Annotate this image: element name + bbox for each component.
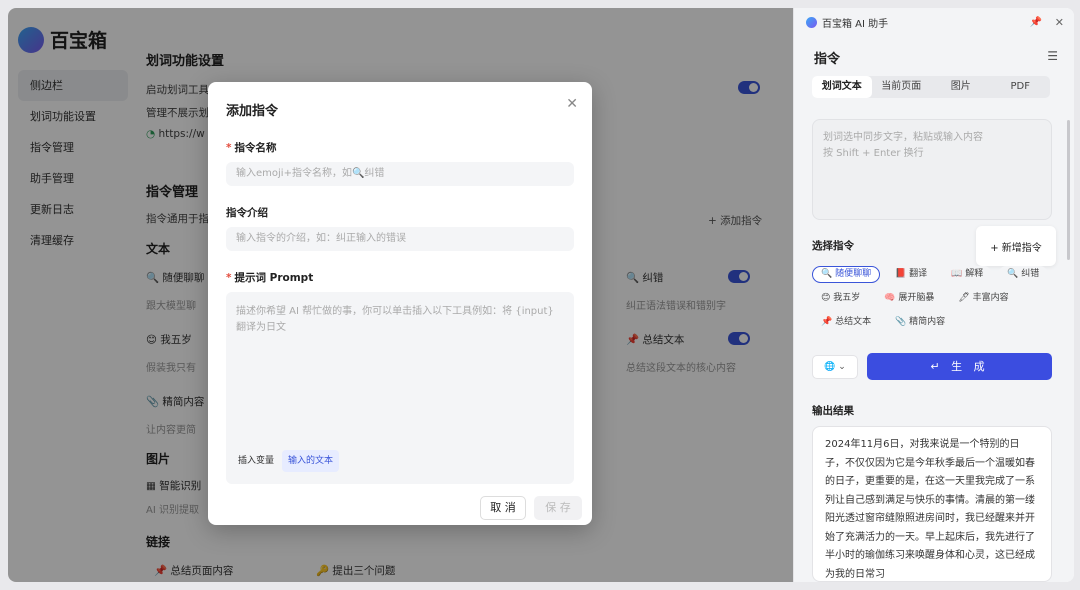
select-command-label: 选择指令 [812, 240, 854, 252]
panel-scrollbar[interactable] [1067, 120, 1070, 260]
add-command-dialog: 添加指令 ✕ * 指令名称 输入emoji+指令名称，如🔍纠错 指令介绍 输入指令… [208, 82, 592, 525]
prompt-placeholder: 描述你希望 AI 帮忙做的事，你可以单击插入以下工具例如：将 {input} 翻… [236, 306, 554, 333]
chip-enrich[interactable]: 🖊 丰富内容 [949, 290, 1018, 307]
panel-titlebar: 百宝箱 AI 助手 📌 ✕ [806, 12, 1068, 32]
required-mark: * [226, 142, 232, 154]
panel-title: 指令 [814, 52, 841, 67]
panel-window-title: 百宝箱 AI 助手 [822, 18, 889, 30]
generate-row: 🌐 ⌄ ↵ 生 成 [812, 353, 1052, 381]
chip-chat[interactable]: 🔍 随便聊聊 [812, 266, 881, 283]
insert-variable-row: 插入变量 输入的文本 [238, 450, 340, 472]
command-intro-input[interactable]: 输入指令的介绍，如：纠正输入的错误 [226, 227, 574, 251]
close-icon[interactable]: ✕ [566, 96, 578, 112]
prompt-textarea[interactable]: 描述你希望 AI 帮忙做的事，你可以单击插入以下工具例如：将 {input} 翻… [226, 292, 574, 484]
assistant-logo-icon [806, 16, 817, 28]
output-label: 输出结果 [812, 405, 854, 417]
output-text: 2024年11月6日，对我来说是一个特别的日子，不仅仅因为它是今年秋季最后一个温… [825, 439, 1035, 580]
command-name-label-text: 指令名称 [234, 142, 277, 154]
settings-page: 百宝箱 侧边栏 划词功能设置 指令管理 助手管理 更新日志 清理缓存 划词功能设… [8, 8, 793, 582]
model-select[interactable]: 🌐 ⌄ [812, 355, 858, 379]
input-placeholder-line2: 按 Shift + Enter 换行 [823, 148, 924, 159]
variable-chip-input-text[interactable]: 输入的文本 [282, 450, 340, 472]
chip-eli5[interactable]: 😊 我五岁 [812, 290, 870, 307]
generate-button[interactable]: ↵ 生 成 [867, 353, 1052, 380]
insert-variable-label: 插入变量 [238, 456, 275, 466]
cancel-button[interactable]: 取 消 [480, 496, 526, 520]
app-window: 百宝箱 侧边栏 划词功能设置 指令管理 助手管理 更新日志 清理缓存 划词功能设… [8, 8, 1074, 582]
prompt-label: * 提示词 Prompt [226, 270, 313, 285]
menu-icon[interactable]: ☰ [1047, 49, 1058, 63]
command-name-input[interactable]: 输入emoji+指令名称，如🔍纠错 [226, 162, 574, 186]
chip-summary[interactable]: 📌 总结文本 [812, 314, 881, 331]
chip-correct[interactable]: 🔍 纠错 [998, 266, 1049, 283]
dialog-title: 添加指令 [226, 104, 279, 119]
pin-icon[interactable]: 📌 [1030, 17, 1042, 28]
command-intro-label: 指令介绍 [226, 207, 268, 219]
chip-explain[interactable]: 📖 解释 [942, 266, 993, 283]
new-command-button[interactable]: + 新增指令 [976, 226, 1056, 266]
tab-image[interactable]: 图片 [931, 76, 991, 98]
panel-input[interactable]: 划词选中同步文字，粘贴或输入内容 按 Shift + Enter 换行 [812, 119, 1052, 220]
close-icon[interactable]: ✕ [1055, 16, 1064, 29]
input-placeholder-line1: 划词选中同步文字，粘贴或输入内容 [823, 132, 983, 143]
command-name-label: * 指令名称 [226, 140, 277, 155]
save-button[interactable]: 保 存 [534, 496, 582, 520]
tab-selected-text[interactable]: 划词文本 [812, 76, 872, 98]
prompt-label-text: 提示词 Prompt [234, 272, 314, 284]
ai-assistant-panel: 百宝箱 AI 助手 📌 ✕ 指令 ☰ 划词文本 当前页面 图片 PDF 划词选中… [793, 8, 1074, 582]
output-box: 2024年11月6日，对我来说是一个特别的日子，不仅仅因为它是今年秋季最后一个温… [812, 426, 1052, 582]
tab-pdf[interactable]: PDF [991, 76, 1051, 98]
tab-current-page[interactable]: 当前页面 [872, 76, 932, 98]
chip-translate[interactable]: 📕 翻译 [886, 266, 937, 283]
chip-simplify[interactable]: 📎 精简内容 [886, 314, 955, 331]
command-chips: 🔍 随便聊聊 📕 翻译 📖 解释 🔍 纠错 😊 我五岁 🧠 展开脑暴 🖊 丰富内… [812, 266, 1057, 331]
chip-brainstorm[interactable]: 🧠 展开脑暴 [875, 290, 944, 307]
panel-tabs: 划词文本 当前页面 图片 PDF [812, 76, 1050, 98]
required-mark: * [226, 272, 232, 284]
